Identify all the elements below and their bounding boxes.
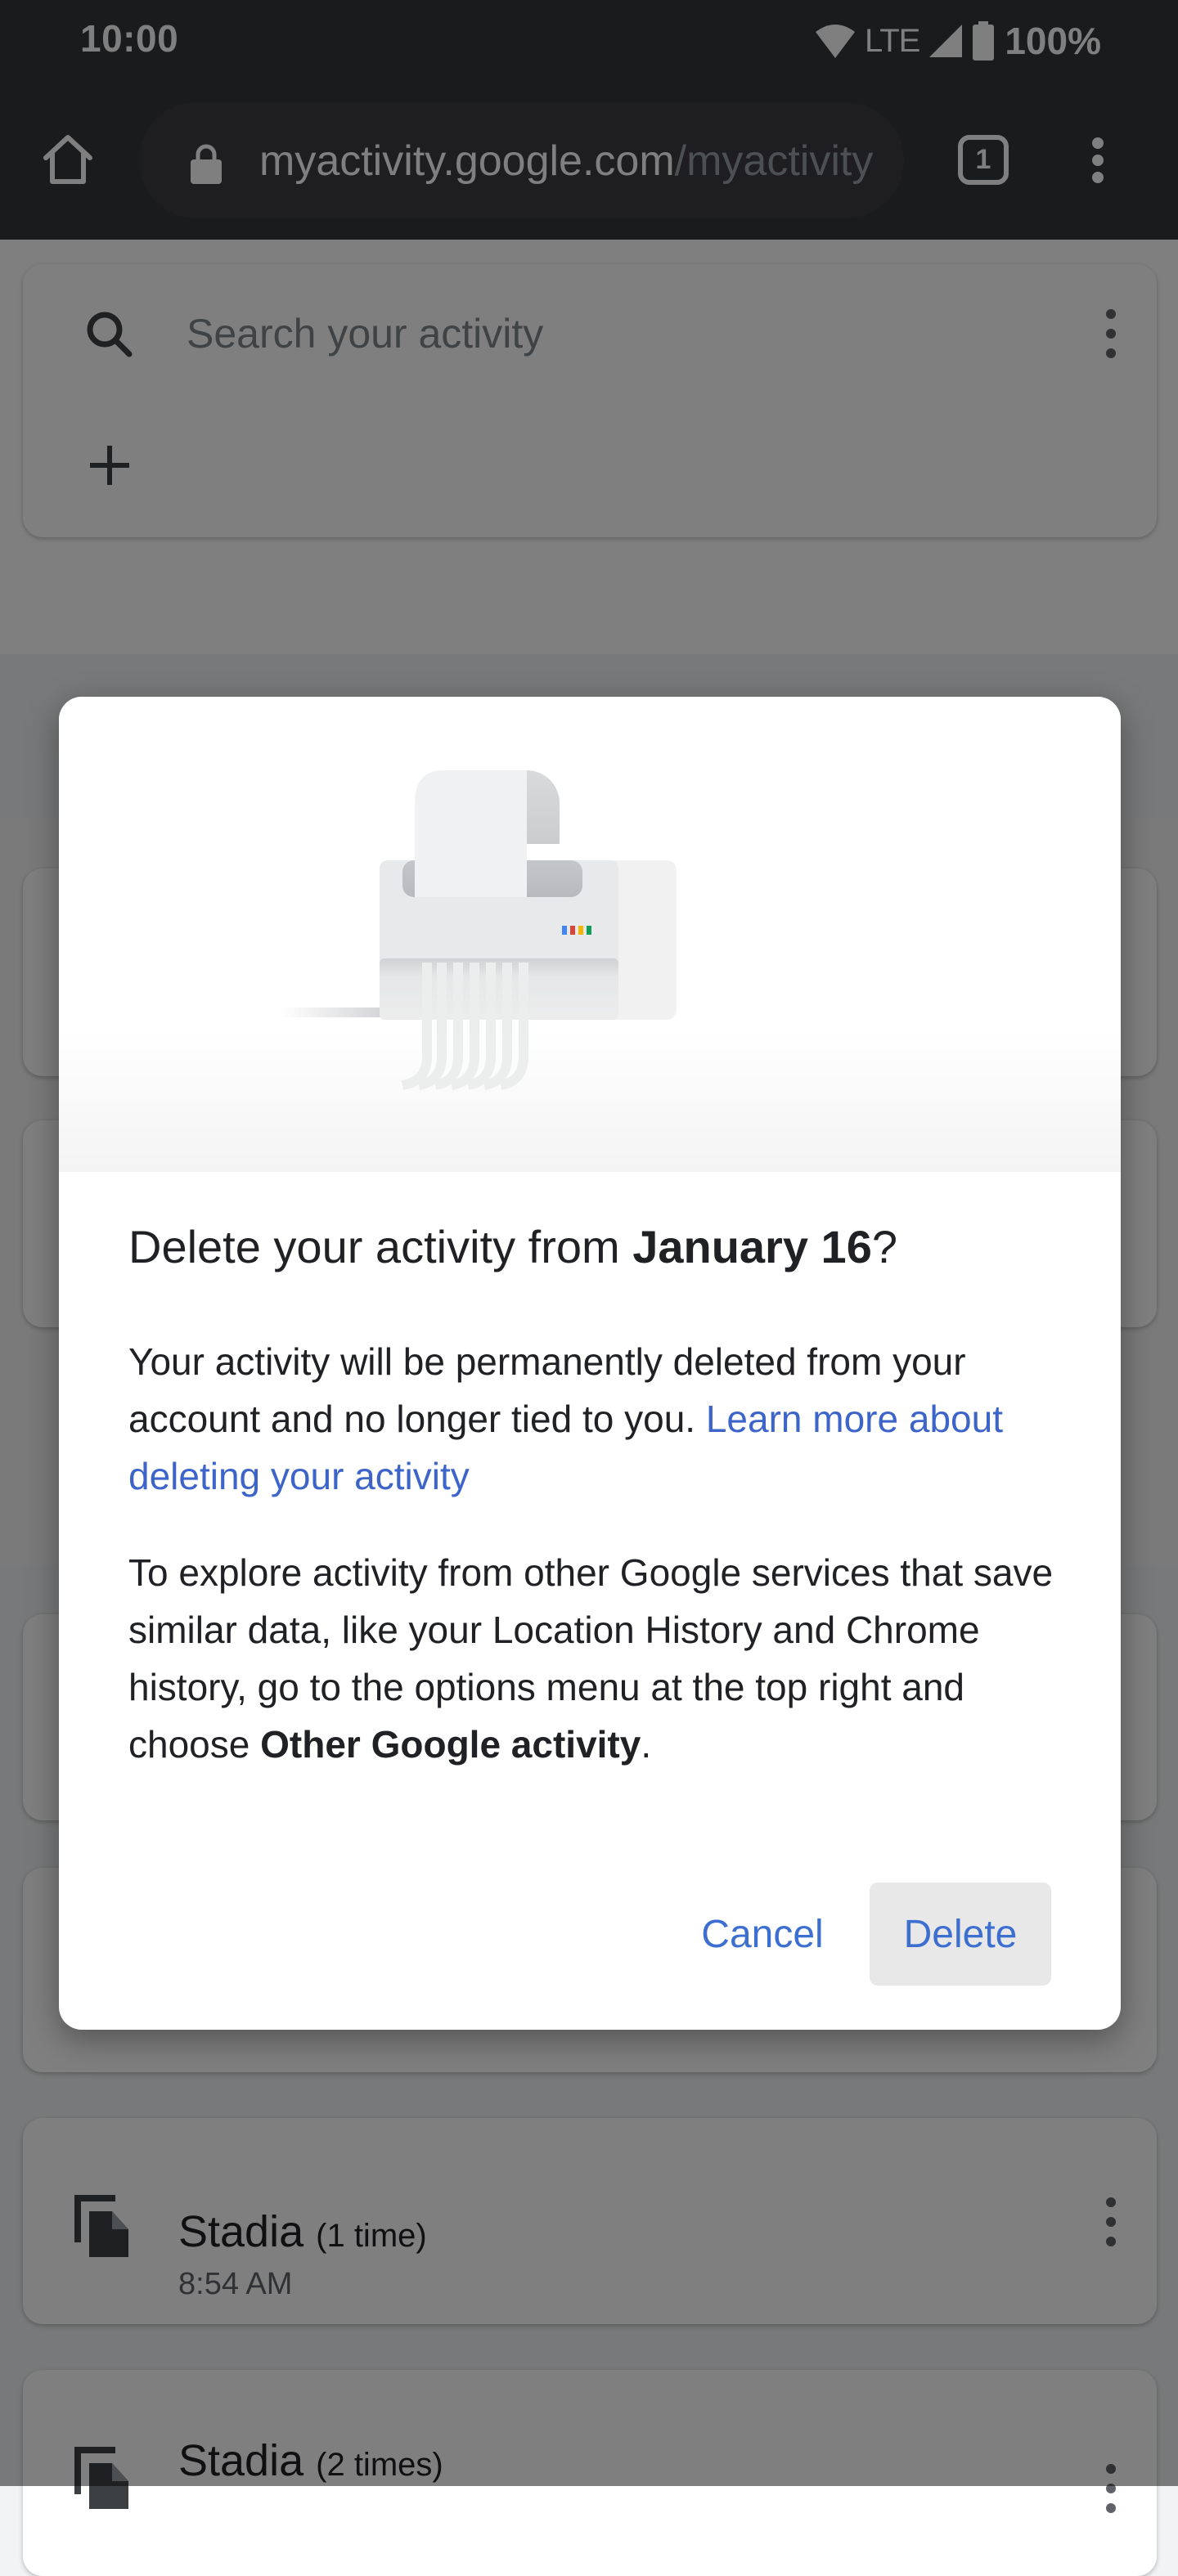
body2-suffix: . xyxy=(641,1723,652,1766)
cancel-button[interactable]: Cancel xyxy=(664,1883,861,1986)
paper-shredder-illustration xyxy=(280,770,677,1090)
dialog-title-suffix: ? xyxy=(871,1221,897,1272)
delete-activity-dialog: Delete your activity from January 16? Yo… xyxy=(59,697,1121,2030)
dialog-title-prefix: Delete your activity from xyxy=(128,1221,633,1272)
dialog-title: Delete your activity from January 16? xyxy=(128,1220,897,1273)
dialog-title-date: January 16 xyxy=(632,1221,872,1272)
dialog-illustration-area xyxy=(59,697,1121,1172)
dialog-body-paragraph-1: Your activity will be permanently delete… xyxy=(128,1333,1061,1505)
delete-button[interactable]: Delete xyxy=(870,1883,1051,1986)
body2-bold: Other Google activity xyxy=(260,1723,641,1766)
dialog-body-paragraph-2: To explore activity from other Google se… xyxy=(128,1544,1061,1773)
